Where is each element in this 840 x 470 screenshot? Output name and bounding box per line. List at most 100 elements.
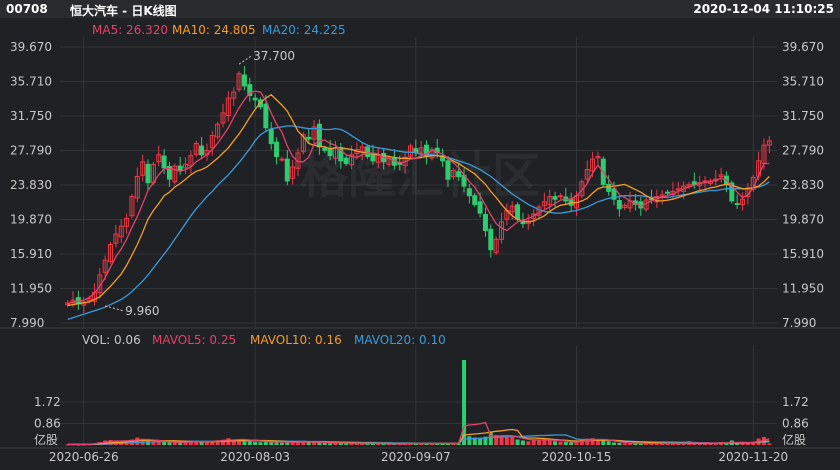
volume-tick-left: 1.72	[34, 395, 61, 409]
price-tick-right: 27.790	[782, 144, 824, 158]
volume-unit-right: 亿股	[782, 432, 806, 447]
volume-bar	[162, 442, 167, 445]
volume-bar	[167, 442, 172, 445]
volume-bar	[274, 442, 279, 445]
date-tick: 2020-11-20	[718, 450, 788, 464]
candle-body	[161, 155, 167, 169]
candle-body	[199, 145, 205, 156]
price-tick-right: 31.750	[782, 109, 824, 123]
candle-body	[268, 128, 274, 144]
volume-bar	[520, 440, 525, 445]
high-annotation: 37.700	[253, 49, 295, 63]
volume-bar	[606, 441, 611, 445]
price-tick-left: 31.750	[10, 109, 52, 123]
candle-body	[370, 153, 376, 162]
price-tick-right: 15.910	[782, 247, 824, 261]
kline-chart: 39.670 39.670 35.710 35.710 31.750 31.750 27.7…	[0, 37, 840, 464]
volume-bar	[622, 443, 627, 445]
price-tick-right: 19.870	[782, 213, 824, 227]
volume-bar	[499, 436, 504, 445]
volume-bar	[204, 442, 209, 445]
price-tick-left: 19.870	[10, 213, 52, 227]
volume-bar	[317, 442, 322, 445]
price-tick-right: 7.990	[782, 316, 816, 330]
price-tick-right: 39.670	[782, 40, 824, 54]
date-tick: 2020-10-15	[542, 450, 612, 464]
price-tick-left: 23.830	[10, 178, 52, 192]
high-leader	[238, 55, 252, 65]
volume-tick-right: 1.72	[782, 395, 809, 409]
price-tick-right: 11.950	[782, 282, 824, 296]
volume-bar	[531, 440, 536, 445]
low-annotation: 9.960	[125, 304, 159, 318]
volume-bar	[617, 443, 622, 445]
candle-body	[616, 200, 622, 210]
candle-body	[734, 203, 740, 206]
volume-bar	[306, 442, 311, 445]
date-tick: 2020-08-03	[220, 450, 290, 464]
volume-bar	[328, 443, 333, 445]
candle-body	[145, 163, 151, 184]
volume-bar	[253, 442, 258, 445]
date-tick: 2020-06-26	[49, 450, 119, 464]
candle-body	[456, 171, 462, 178]
candle-body	[606, 183, 612, 192]
volume-bar	[563, 442, 568, 445]
candle-body	[252, 97, 258, 101]
volume-bar	[526, 441, 531, 445]
price-tick-right: 35.710	[782, 75, 824, 89]
volume-bar	[553, 441, 558, 445]
candle-body	[322, 147, 328, 151]
candle-body	[279, 158, 285, 161]
price-tick-left: 27.790	[10, 144, 52, 158]
volume-bar	[146, 440, 151, 445]
volume-bar	[279, 442, 284, 445]
volume-bar	[767, 443, 772, 445]
candle-body	[552, 196, 558, 200]
candle-body	[284, 158, 290, 182]
candle-body	[343, 157, 349, 164]
candle-body	[327, 148, 333, 157]
candle-body	[466, 188, 472, 197]
volume-bar	[467, 436, 472, 445]
candle-body	[365, 146, 371, 158]
volume-bar	[611, 442, 616, 445]
candle-body	[515, 204, 521, 220]
price-tick-left: 39.670	[10, 40, 52, 54]
volume-bar	[515, 439, 520, 445]
volume-bar	[172, 442, 177, 445]
candle-body	[691, 181, 697, 185]
volume-bar	[478, 438, 483, 445]
price-tick-left: 7.990	[10, 316, 44, 330]
candle-body	[241, 74, 247, 87]
price-tick-left: 11.950	[10, 282, 52, 296]
volume-bar	[724, 443, 729, 445]
candle-body	[263, 103, 269, 129]
candle-body	[482, 213, 488, 232]
volume-bar	[322, 443, 327, 445]
volume-tick-left: 0.86	[34, 417, 61, 431]
candle-body	[472, 195, 478, 205]
candle-body	[520, 221, 526, 225]
candle-body	[477, 201, 483, 214]
price-tick-left: 15.910	[10, 247, 52, 261]
date-tick: 2020-09-07	[381, 450, 451, 464]
volume-bar	[569, 442, 574, 445]
candle-body	[177, 165, 183, 171]
volume-bar	[510, 437, 515, 445]
candle-body	[306, 136, 312, 140]
price-tick-left: 35.710	[10, 75, 52, 89]
volume-bar	[504, 437, 509, 445]
volume-unit-left: 亿股	[34, 432, 58, 447]
volume-bar	[247, 441, 252, 445]
candle-body	[488, 228, 494, 251]
candle-body	[316, 123, 322, 148]
candle-body	[274, 141, 280, 158]
price-tick-right: 23.830	[782, 178, 824, 192]
candle-body	[445, 160, 451, 180]
volume-bar	[745, 443, 750, 445]
candle-body	[413, 148, 419, 153]
volume-bar	[558, 441, 563, 445]
volume-tick-right: 0.86	[782, 417, 809, 431]
candle-body	[557, 195, 563, 198]
